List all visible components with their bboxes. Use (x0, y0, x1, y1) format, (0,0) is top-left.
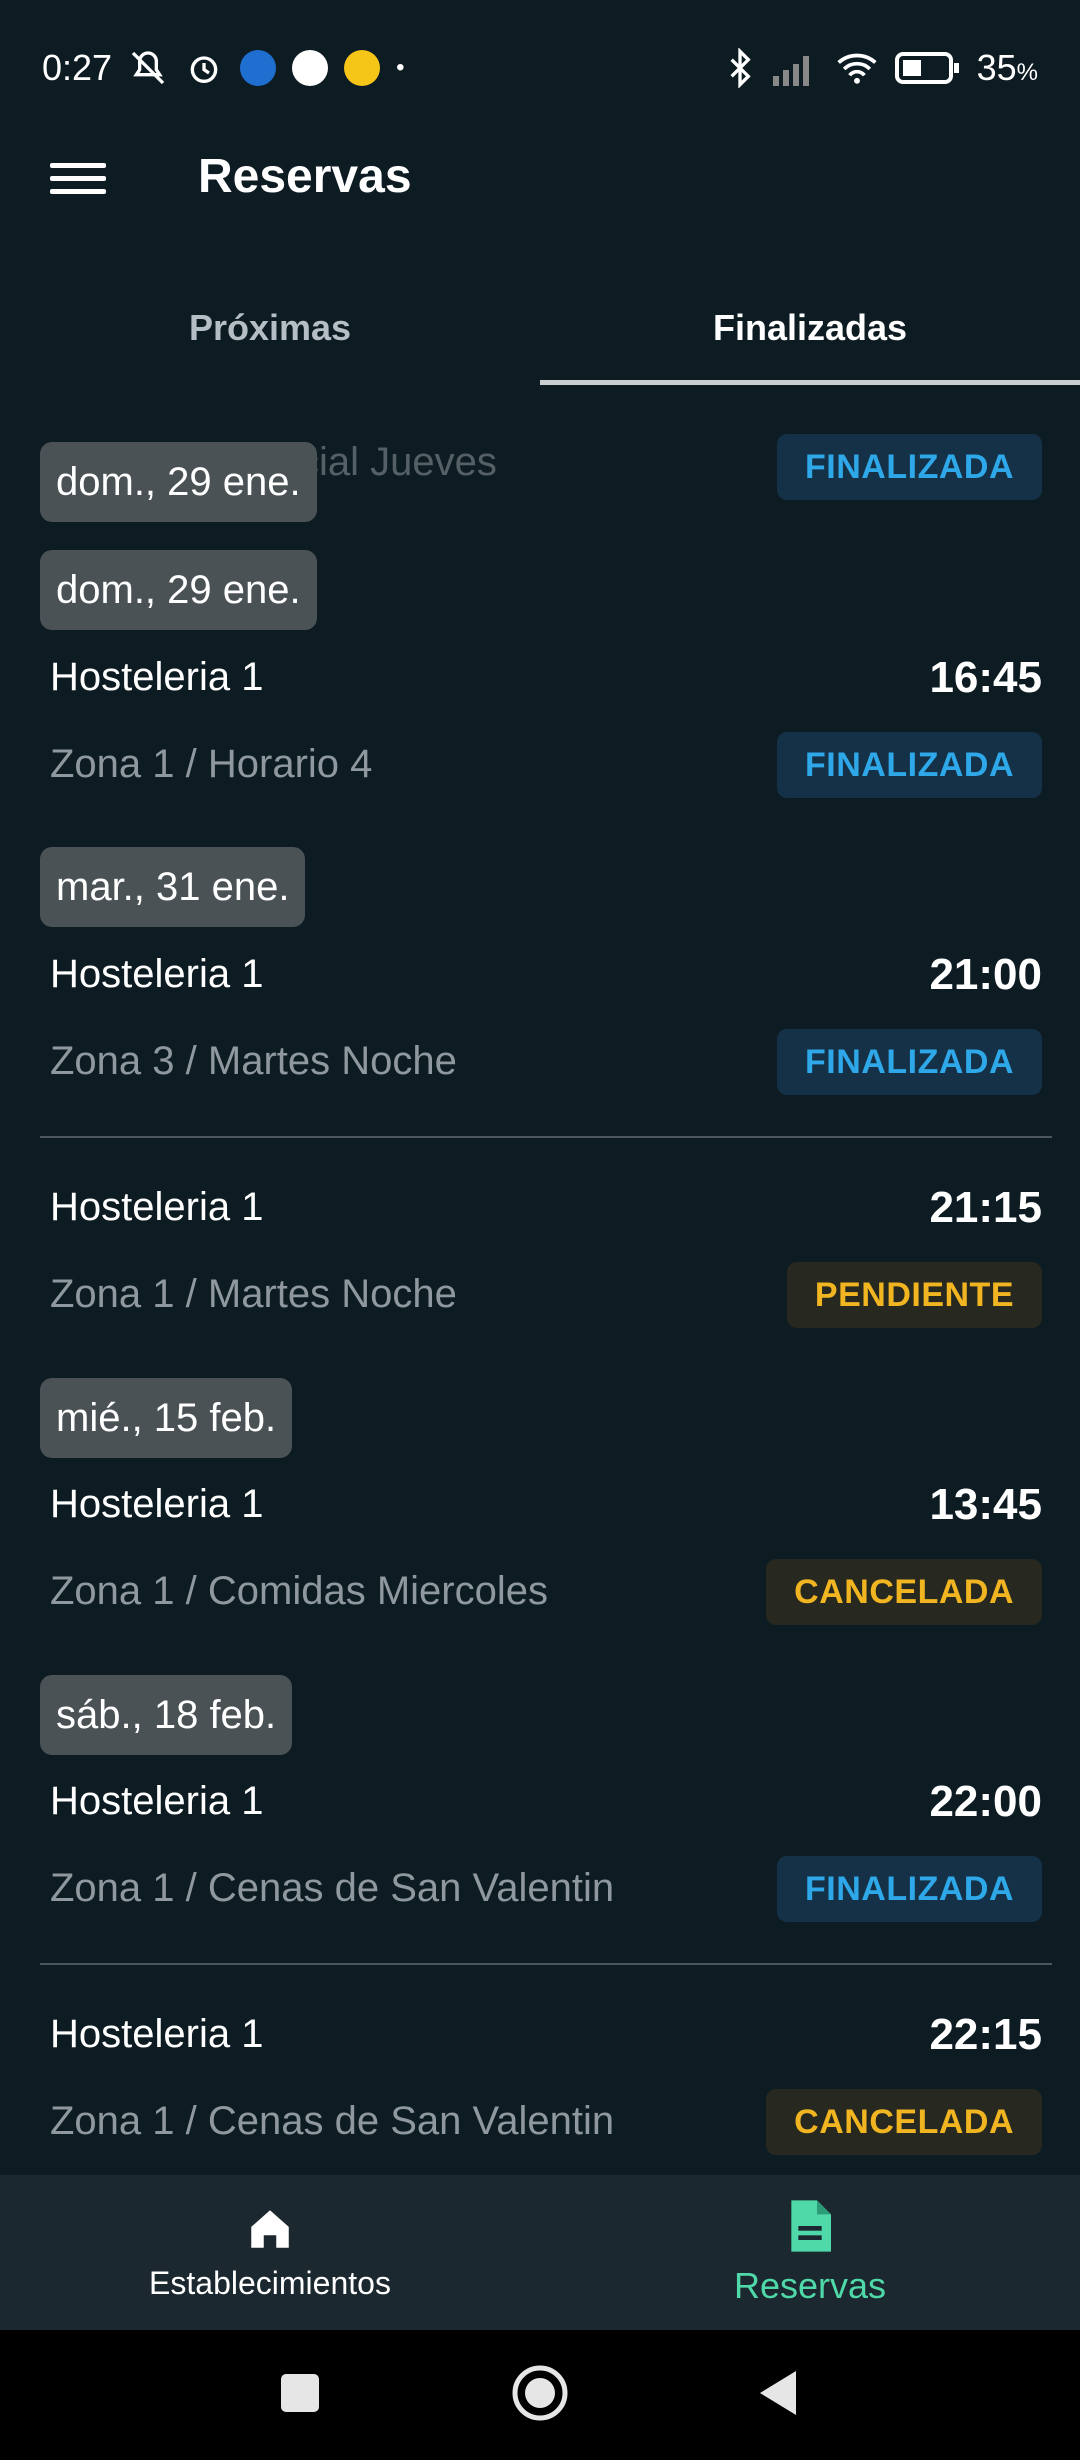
divider (40, 1963, 1052, 1965)
nav-establecimientos[interactable]: Establecimientos (0, 2175, 540, 2330)
reservation-list[interactable]: Zona 1 / Especial Jueves FINALIZADA dom.… (0, 385, 1080, 2175)
reservation-subtitle: Zona 1 / Horario 4 (50, 742, 373, 786)
reservation-time: 16:45 (929, 653, 1042, 702)
reservation-time: 22:00 (929, 1777, 1042, 1826)
reservation-title: Hosteleria 1 (50, 1482, 264, 1526)
date-header: sáb., 18 feb. (40, 1675, 293, 1755)
app-bar: Reservas (0, 135, 1080, 225)
status-badge: FINALIZADA (777, 1029, 1042, 1095)
status-badge: FINALIZADA (777, 434, 1042, 500)
status-badge: FINALIZADA (777, 1856, 1042, 1922)
signal-icon (771, 50, 819, 86)
reservation-time: 13:45 (929, 1480, 1042, 1529)
reservation-time: 22:15 (929, 2010, 1042, 2059)
reservation-time: 21:00 (929, 950, 1042, 999)
reservation-title: Hosteleria 1 (50, 1185, 264, 1229)
date-header: dom., 29 ene. (40, 550, 317, 630)
tab-bar: Próximas Finalizadas (0, 270, 1080, 385)
reservation-subtitle: Zona 1 / Comidas Miercoles (50, 1569, 548, 1613)
system-navigation-bar (0, 2330, 1080, 2460)
menu-icon (50, 163, 106, 194)
bluetooth-icon (725, 47, 755, 88)
date-header: mar., 31 ene. (40, 847, 306, 927)
nav-label: Establecimientos (149, 2264, 391, 2301)
back-button[interactable] (718, 2330, 838, 2460)
reservation-subtitle: Zona 1 / Cenas de San Valentin (50, 1866, 615, 1910)
divider (40, 1136, 1052, 1138)
home-button[interactable] (480, 2330, 600, 2460)
reservation-title: Hosteleria 1 (50, 2012, 264, 2056)
square-icon (279, 2372, 321, 2419)
menu-button[interactable] (50, 155, 106, 205)
reservation-subtitle: Zona 1 / Cenas de San Valentin (50, 2099, 615, 2143)
app-icon (344, 49, 381, 86)
reservation-title: Hosteleria 1 (50, 655, 264, 699)
tab-finalizadas[interactable]: Finalizadas (540, 270, 1080, 385)
reservation-subtitle: Zona 1 / Martes Noche (50, 1272, 457, 1316)
clock: 0:27 (42, 46, 113, 88)
recents-button[interactable] (240, 2330, 360, 2460)
alarm-icon (184, 48, 224, 88)
page-title: Reservas (198, 150, 412, 203)
google-icon (292, 49, 329, 86)
reservation-subtitle: Zona 3 / Martes Noche (50, 1039, 457, 1083)
status-right: 35% (725, 47, 1038, 89)
wifi-icon (835, 50, 879, 86)
reservation-title: Hosteleria 1 (50, 1779, 264, 1823)
sticky-date-header: dom., 29 ene. (40, 442, 317, 522)
status-badge: CANCELADA (766, 2089, 1042, 2155)
reservation-time: 21:15 (929, 1183, 1042, 1232)
reservation-title: Hosteleria 1 (50, 952, 264, 996)
dot-icon: • (396, 53, 405, 81)
battery-level: 35% (976, 46, 1038, 88)
status-left: 0:27 • (42, 47, 404, 89)
battery-icon (894, 51, 961, 85)
circle-icon (510, 2363, 570, 2428)
mute-icon (128, 48, 168, 88)
document-icon (785, 2198, 835, 2259)
nav-reservas[interactable]: Reservas (540, 2175, 1080, 2330)
home-icon (245, 2204, 295, 2259)
status-bar: 0:27 • 35% (0, 0, 1080, 135)
date-header: mié., 15 feb. (40, 1378, 293, 1458)
outlook-icon (240, 49, 277, 86)
bottom-navigation: Establecimientos Reservas (0, 2175, 1080, 2330)
nav-label: Reservas (733, 2265, 887, 2306)
status-badge: FINALIZADA (777, 732, 1042, 798)
status-badge: PENDIENTE (786, 1262, 1042, 1328)
status-badge: CANCELADA (766, 1559, 1042, 1625)
tab-proximas[interactable]: Próximas (0, 270, 540, 385)
back-triangle-icon (756, 2369, 800, 2422)
